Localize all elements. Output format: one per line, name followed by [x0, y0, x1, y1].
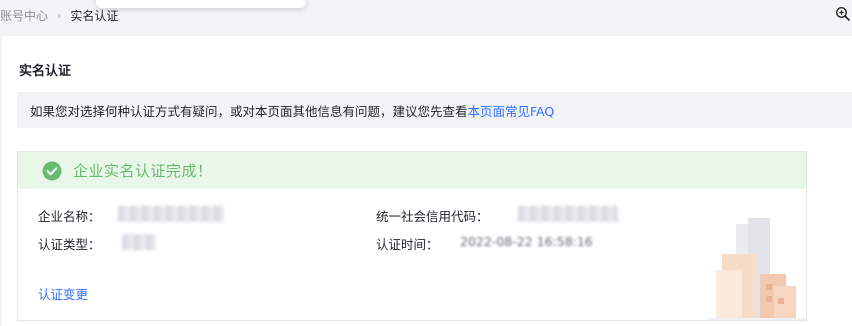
auth-type-label: 认证类型： [38, 237, 101, 252]
content-card: 实名认证 如果您对选择何种认证方式有疑问，或对本页面其他信息有问题，建议您先查看… [2, 36, 852, 326]
check-circle-icon [42, 161, 62, 180]
dropdown-overlay-edge [96, 0, 306, 8]
result-header: 企业实名认证完成！ [18, 152, 806, 189]
page-title: 实名认证 [19, 64, 72, 79]
breadcrumb-item-current: 实名认证 [70, 8, 119, 23]
building-illustration [708, 218, 806, 320]
credit-code-redacted [518, 206, 618, 222]
status-text: 企业实名认证完成！ [73, 162, 213, 180]
faq-notice: 如果您对选择何种认证方式有疑问，或对本页面其他信息有问题，建议您先查看 本页面常见… [17, 92, 852, 128]
company-name-redacted [118, 206, 224, 222]
breadcrumb-separator: › [57, 8, 62, 22]
company-name-label: 企业名称： [38, 209, 101, 224]
credit-code-label: 统一社会信用代码： [376, 209, 489, 224]
auth-type-redacted [122, 234, 156, 250]
notice-text: 如果您对选择何种认证方式有疑问，或对本页面其他信息有问题，建议您先查看 [30, 103, 468, 119]
auth-time-label: 认证时间： [376, 237, 439, 252]
faq-link[interactable]: 本页面常见FAQ [468, 101, 555, 120]
auth-time-value: 2022-08-22 16:58:16 [460, 234, 593, 249]
verification-result-panel: 企业实名认证完成！ 企业名称： 认证类型： 统一社会信用代码： 认证时间： 20… [17, 151, 807, 321]
zoom-in-icon[interactable] [835, 6, 851, 22]
change-verification-link[interactable]: 认证变更 [38, 284, 88, 303]
breadcrumb-item-account-center[interactable]: 账号中心 [0, 7, 48, 24]
